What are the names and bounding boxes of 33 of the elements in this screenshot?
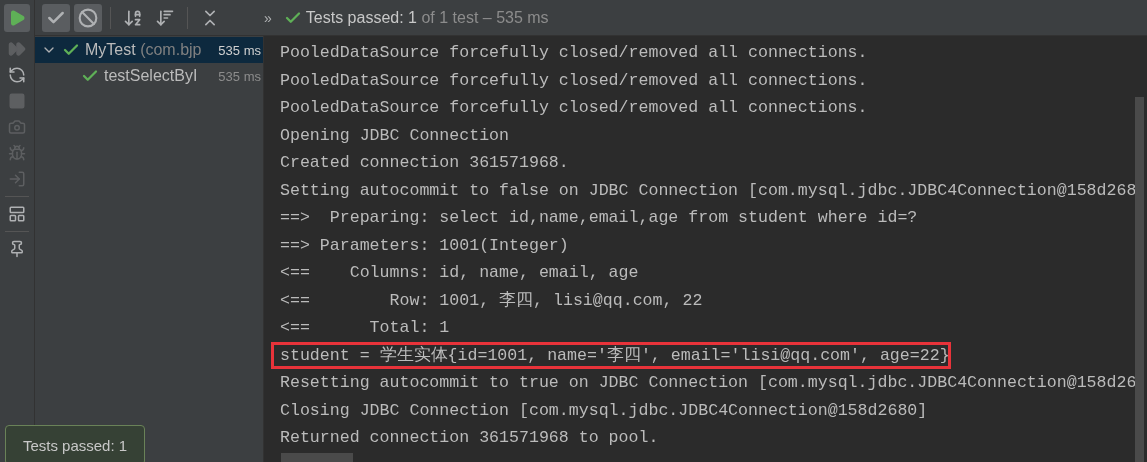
test-duration: 535 ms: [218, 68, 262, 84]
run-button[interactable]: [4, 4, 30, 32]
console-line: ==> Parameters: 1001(Integer): [279, 234, 570, 257]
console-line: PooledDataSource forcefully closed/removed all connections.: [279, 42, 869, 64]
console-line: <== Row: 1001, 李四, lisi@qq.com, 22: [279, 289, 704, 312]
console-line: Opening JDBC Connection: [279, 124, 511, 147]
console-line: PooledDataSource forcefully closed/removed all connections.: [279, 69, 869, 92]
test-duration: 535 ms: [218, 42, 262, 58]
test-name: testSelectByI: [104, 67, 198, 85]
console-line: <== Total: 1: [279, 317, 451, 339]
console-line: Setting autocommit to false on JDBC Connection [com.mysql.jdbc.JDBC4Connection@158d268: [279, 179, 1138, 202]
ban-icon: [78, 7, 98, 28]
more-button[interactable]: »: [264, 9, 272, 26]
console-line: Created connection 361571968.: [279, 152, 570, 174]
test-status: Tests passed: 1 of 1 test – 535 ms: [305, 8, 549, 27]
play-icon: [8, 9, 26, 27]
console-line: PooledDataSource forcefully closed/removed all connections.: [279, 97, 869, 119]
console-line: Returned connection 361571968 to pool.: [279, 427, 660, 449]
console-line: <== Columns: id, name, email, age: [279, 262, 640, 284]
test-tree-item[interactable]: MyTest (com.bjp 535 ms: [35, 37, 263, 63]
console-line: Resetting autocommit to true on JDBC Connection [com.mysql.jdbc.JDBC4Connection@158d26: [279, 372, 1138, 394]
notification: Tests passed: 1: [5, 425, 145, 462]
refresh-icon[interactable]: [8, 66, 26, 84]
layout-icon[interactable]: [8, 205, 26, 223]
pin-icon[interactable]: [8, 240, 26, 258]
test-name: MyTest (com.bjp: [85, 41, 202, 59]
scrollbar[interactable]: [281, 453, 353, 462]
toolbar-button[interactable]: [42, 3, 70, 32]
console-line: ==> Preparing: select id,name,email,age from student where id=?: [279, 207, 919, 229]
test-tree-item[interactable]: testSelectByI 535 ms: [35, 63, 263, 89]
console-line: Closing JDBC Connection [com.mysql.jdbc.JDBC4Connection@158d2680]: [279, 399, 929, 422]
toolbar-button[interactable]: [74, 3, 102, 32]
scrollbar[interactable]: [1135, 97, 1144, 462]
